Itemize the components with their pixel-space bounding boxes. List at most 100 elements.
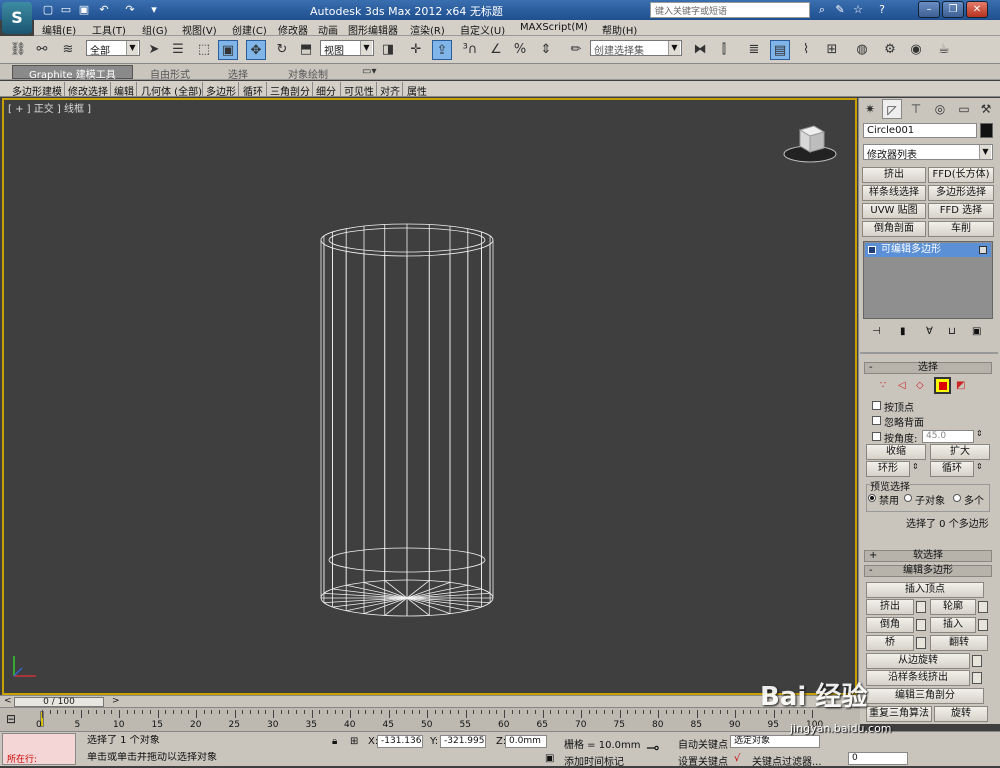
- rendered-frame-icon[interactable]: ◉: [906, 40, 926, 60]
- angle-value-field[interactable]: 45.0: [922, 430, 974, 443]
- extrude-along-spline-settings-icon[interactable]: [972, 672, 982, 684]
- panel-loops[interactable]: 循环: [243, 83, 263, 98]
- panel-edit[interactable]: 编辑: [114, 83, 134, 98]
- ignore-backfacing-checkbox[interactable]: [872, 416, 881, 425]
- reference-coordinate-dropdown[interactable]: 视图 ▼: [320, 40, 374, 57]
- by-angle-checkbox[interactable]: [872, 432, 881, 441]
- stack-item-editable-poly[interactable]: 可编辑多边形: [865, 243, 991, 257]
- vertex-subobject-icon[interactable]: ∵: [880, 380, 886, 391]
- absolute-mode-icon[interactable]: ⊞: [350, 736, 358, 747]
- viewcube[interactable]: [780, 120, 840, 166]
- unlink-icon[interactable]: ⚯: [32, 40, 52, 60]
- modifier-extrude-button[interactable]: 挤出: [862, 167, 926, 183]
- help-icon[interactable]: ?: [874, 2, 890, 18]
- current-frame-field[interactable]: 0: [848, 752, 908, 765]
- modifier-poly-select-button[interactable]: 多边形选择: [928, 185, 994, 201]
- bevel-settings-icon[interactable]: [916, 619, 926, 631]
- extrude-along-spline-button[interactable]: 沿样条线挤出: [866, 670, 970, 686]
- search-icon[interactable]: ⌕: [814, 2, 830, 18]
- spinner-snap-icon[interactable]: ⇕: [536, 40, 556, 60]
- align-icon[interactable]: ⫿: [714, 40, 734, 60]
- search-input[interactable]: 键入关键字或短语: [650, 2, 810, 18]
- snaps-toggle-icon[interactable]: ³∩: [460, 40, 480, 60]
- light-bulb-icon[interactable]: [979, 246, 987, 254]
- object-name-field[interactable]: Circle001: [863, 123, 977, 138]
- redo-icon[interactable]: ↷: [122, 2, 138, 18]
- undo-icon[interactable]: ↶: [96, 2, 112, 18]
- loop-button[interactable]: 循环: [930, 461, 974, 477]
- modifier-lathe-button[interactable]: 车削: [928, 221, 994, 237]
- hinge-settings-icon[interactable]: [972, 655, 982, 667]
- modifier-ffd-select-button[interactable]: FFD 选择: [928, 203, 994, 219]
- panel-visibility[interactable]: 可见性: [344, 83, 374, 98]
- select-by-name-icon[interactable]: ☰: [168, 40, 188, 60]
- render-setup-icon[interactable]: ⚙: [880, 40, 900, 60]
- modifier-spline-select-button[interactable]: 样条线选择: [862, 185, 926, 201]
- favorites-icon[interactable]: ☆: [850, 2, 866, 18]
- curve-editor-icon[interactable]: ⌇: [796, 40, 816, 60]
- schematic-view-icon[interactable]: ⊞: [822, 40, 842, 60]
- menu-animation[interactable]: 动画: [318, 22, 338, 37]
- menu-graph-editors[interactable]: 图形编辑器: [348, 22, 398, 37]
- key-filter-icon[interactable]: √: [734, 753, 740, 764]
- edit-named-selection-icon[interactable]: ✏: [566, 40, 586, 60]
- panel-align[interactable]: 对齐: [380, 83, 400, 98]
- make-unique-icon[interactable]: ∀: [926, 326, 933, 337]
- frame-display[interactable]: 0 / 100: [14, 697, 104, 707]
- object-color-swatch[interactable]: [980, 123, 993, 138]
- pivot-center-icon[interactable]: ◨: [378, 40, 398, 60]
- by-vertex-checkbox[interactable]: [872, 401, 881, 410]
- keyboard-shortcut-override-icon[interactable]: ⇪: [432, 40, 452, 60]
- select-and-rotate-icon[interactable]: ↻: [272, 40, 292, 60]
- menu-group[interactable]: 组(G): [142, 22, 168, 37]
- motion-tab-icon[interactable]: ◎: [930, 99, 950, 119]
- grow-button[interactable]: 扩大: [930, 444, 990, 460]
- cylinder-wireframe[interactable]: [300, 215, 515, 625]
- ribbon-options-icon[interactable]: ▭▾: [362, 66, 376, 77]
- percent-snap-icon[interactable]: %: [510, 40, 530, 60]
- preview-subobject-radio[interactable]: [904, 494, 912, 502]
- new-file-icon[interactable]: ▢: [40, 2, 56, 18]
- selection-rollout-header[interactable]: - 选择: [864, 362, 992, 374]
- ring-spinner-icon[interactable]: ⇕: [912, 462, 919, 471]
- minimize-button[interactable]: –: [918, 1, 940, 18]
- named-selection-dropdown[interactable]: 创建选择集 ▼: [590, 40, 682, 57]
- panel-subdivision[interactable]: 细分: [316, 83, 336, 98]
- expand-icon[interactable]: [868, 246, 876, 254]
- bevel-button[interactable]: 倒角: [866, 617, 914, 633]
- mirror-icon[interactable]: ⧓: [690, 40, 710, 60]
- graphite-toggle-icon[interactable]: ▤: [770, 40, 790, 60]
- menu-rendering[interactable]: 渲染(R): [410, 22, 445, 37]
- panel-geometry-all[interactable]: 几何体 (全部): [141, 83, 202, 98]
- outline-button[interactable]: 轮廓: [930, 599, 976, 615]
- preview-multi-radio[interactable]: [953, 494, 961, 502]
- extrude-settings-icon[interactable]: [916, 601, 926, 613]
- show-end-result-icon[interactable]: ▮: [900, 326, 906, 337]
- loop-spinner-icon[interactable]: ⇕: [976, 462, 983, 471]
- bind-space-warp-icon[interactable]: ≋: [58, 40, 78, 60]
- create-tab-icon[interactable]: ✷: [860, 99, 880, 119]
- select-object-icon[interactable]: ➤: [144, 40, 164, 60]
- polygon-subobject-icon[interactable]: [934, 377, 951, 394]
- key-selection-dropdown[interactable]: 选定对象: [730, 735, 820, 748]
- tab-freeform[interactable]: 自由形式: [150, 66, 190, 81]
- soft-selection-rollout-header[interactable]: + 软选择: [864, 550, 992, 562]
- turn-button[interactable]: 旋转: [934, 706, 988, 722]
- display-tab-icon[interactable]: ▭: [954, 99, 974, 119]
- menu-views[interactable]: 视图(V): [182, 22, 217, 37]
- insert-vertex-button[interactable]: 插入顶点: [866, 582, 984, 598]
- edge-subobject-icon[interactable]: ◁: [898, 380, 906, 391]
- quick-access-dropdown-icon[interactable]: ▾: [146, 2, 162, 18]
- panel-polygons[interactable]: 多边形: [206, 83, 236, 98]
- time-slider[interactable]: < 0 / 100 >: [0, 695, 860, 707]
- application-logo-icon[interactable]: S: [2, 2, 32, 34]
- modifier-list-dropdown[interactable]: 修改器列表 ▼: [863, 144, 993, 160]
- rectangular-selection-icon[interactable]: ⬚: [194, 40, 214, 60]
- modify-tab-icon[interactable]: ◸: [882, 99, 902, 119]
- modifier-uvw-map-button[interactable]: UVW 贴图: [862, 203, 926, 219]
- close-button[interactable]: ✕: [966, 1, 988, 18]
- bridge-settings-icon[interactable]: [916, 637, 926, 649]
- time-slider-next-icon[interactable]: >: [112, 696, 120, 706]
- restore-button[interactable]: ❐: [942, 1, 964, 18]
- flip-button[interactable]: 翻转: [930, 635, 988, 651]
